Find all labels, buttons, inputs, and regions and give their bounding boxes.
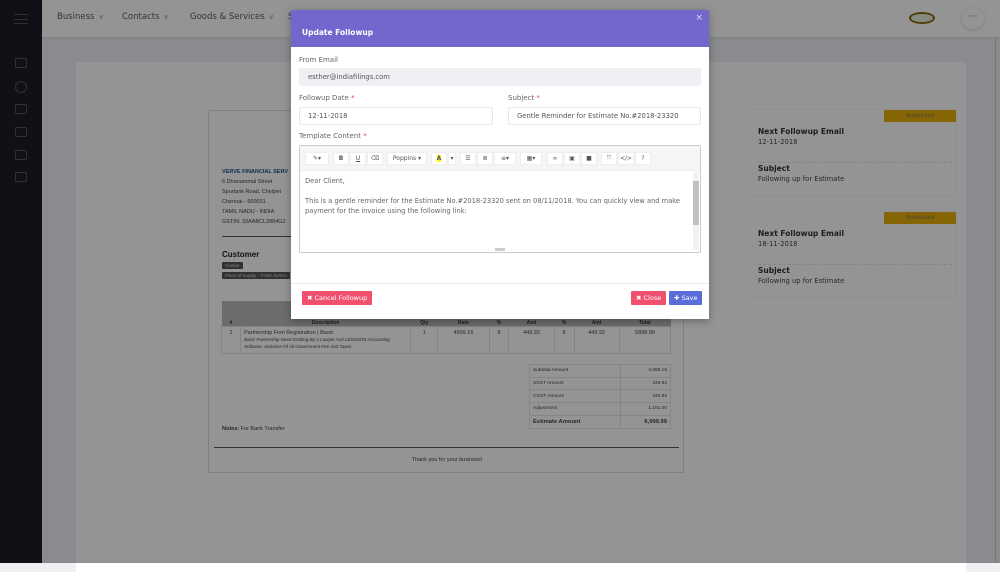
content-paragraph: Dear Client, [305,177,345,185]
modal-footer [291,283,709,284]
subject-input[interactable]: Gentle Reminder for Estimate No.#2018-23… [508,107,701,125]
modal-title: Update Followup [291,10,709,47]
required-mark: * [536,94,540,102]
required-mark: * [351,94,355,102]
link-icon[interactable]: ∞ [547,152,563,165]
highlight-color-icon[interactable]: A [431,152,447,165]
followup-date-label: Followup Date * [299,94,355,102]
font-family-dropdown[interactable]: Poppins ▾ [387,152,427,165]
editor-toolbar: ✎▾ B U ⌫ Poppins ▾ A ▾ ☰ ≣ ≡▾ ▦▾ ∞ ▣ ■ ⤧… [300,146,700,171]
save-button[interactable]: ✚ Save [669,291,703,305]
editor-content[interactable]: Dear Client, This is a gentle reminder f… [305,176,690,216]
help-button[interactable]: ? [635,152,651,165]
bold-button[interactable]: B [333,152,349,165]
code-view-button[interactable]: </> [618,152,634,165]
numbered-list-icon[interactable]: ≣ [477,152,493,165]
editor-scrollbar[interactable] [693,172,699,250]
from-email-field[interactable]: esther@indiafilings.com [299,68,701,86]
close-icon[interactable]: × [695,13,703,23]
table-icon[interactable]: ▦▾ [520,152,542,165]
image-icon[interactable]: ▣ [564,152,580,165]
update-followup-modal: Update Followup × From Email esther@indi… [291,10,709,319]
cancel-followup-button[interactable]: ✖ Cancel Followup [302,291,373,305]
template-content-label: Template Content * [299,132,367,140]
eraser-icon[interactable]: ⌫ [367,152,383,165]
align-dropdown-icon[interactable]: ≡▾ [494,152,516,165]
from-email-label: From Email [299,56,338,64]
required-mark: * [363,132,367,140]
resize-handle[interactable] [495,248,505,251]
bullet-list-icon[interactable]: ☰ [460,152,476,165]
label-text: Subject [508,94,535,102]
video-icon[interactable]: ■ [581,152,597,165]
subject-label: Subject * [508,94,540,102]
rich-text-editor: ✎▾ B U ⌫ Poppins ▾ A ▾ ☰ ≣ ≡▾ ▦▾ ∞ ▣ ■ ⤧… [299,145,701,253]
fullscreen-icon[interactable]: ⤧ [601,152,617,165]
followup-date-input[interactable]: 12-11-2018 [299,107,493,125]
content-paragraph: This is a gentle reminder for the Estima… [305,197,681,215]
close-button[interactable]: ✖ Close [631,291,667,305]
underline-button[interactable]: U [350,152,366,165]
scrollbar-thumb[interactable] [693,181,699,225]
color-dropdown-icon[interactable]: ▾ [448,152,456,165]
magic-style-icon[interactable]: ✎▾ [305,152,329,165]
label-text: Template Content [299,132,362,140]
label-text: Followup Date [299,94,349,102]
